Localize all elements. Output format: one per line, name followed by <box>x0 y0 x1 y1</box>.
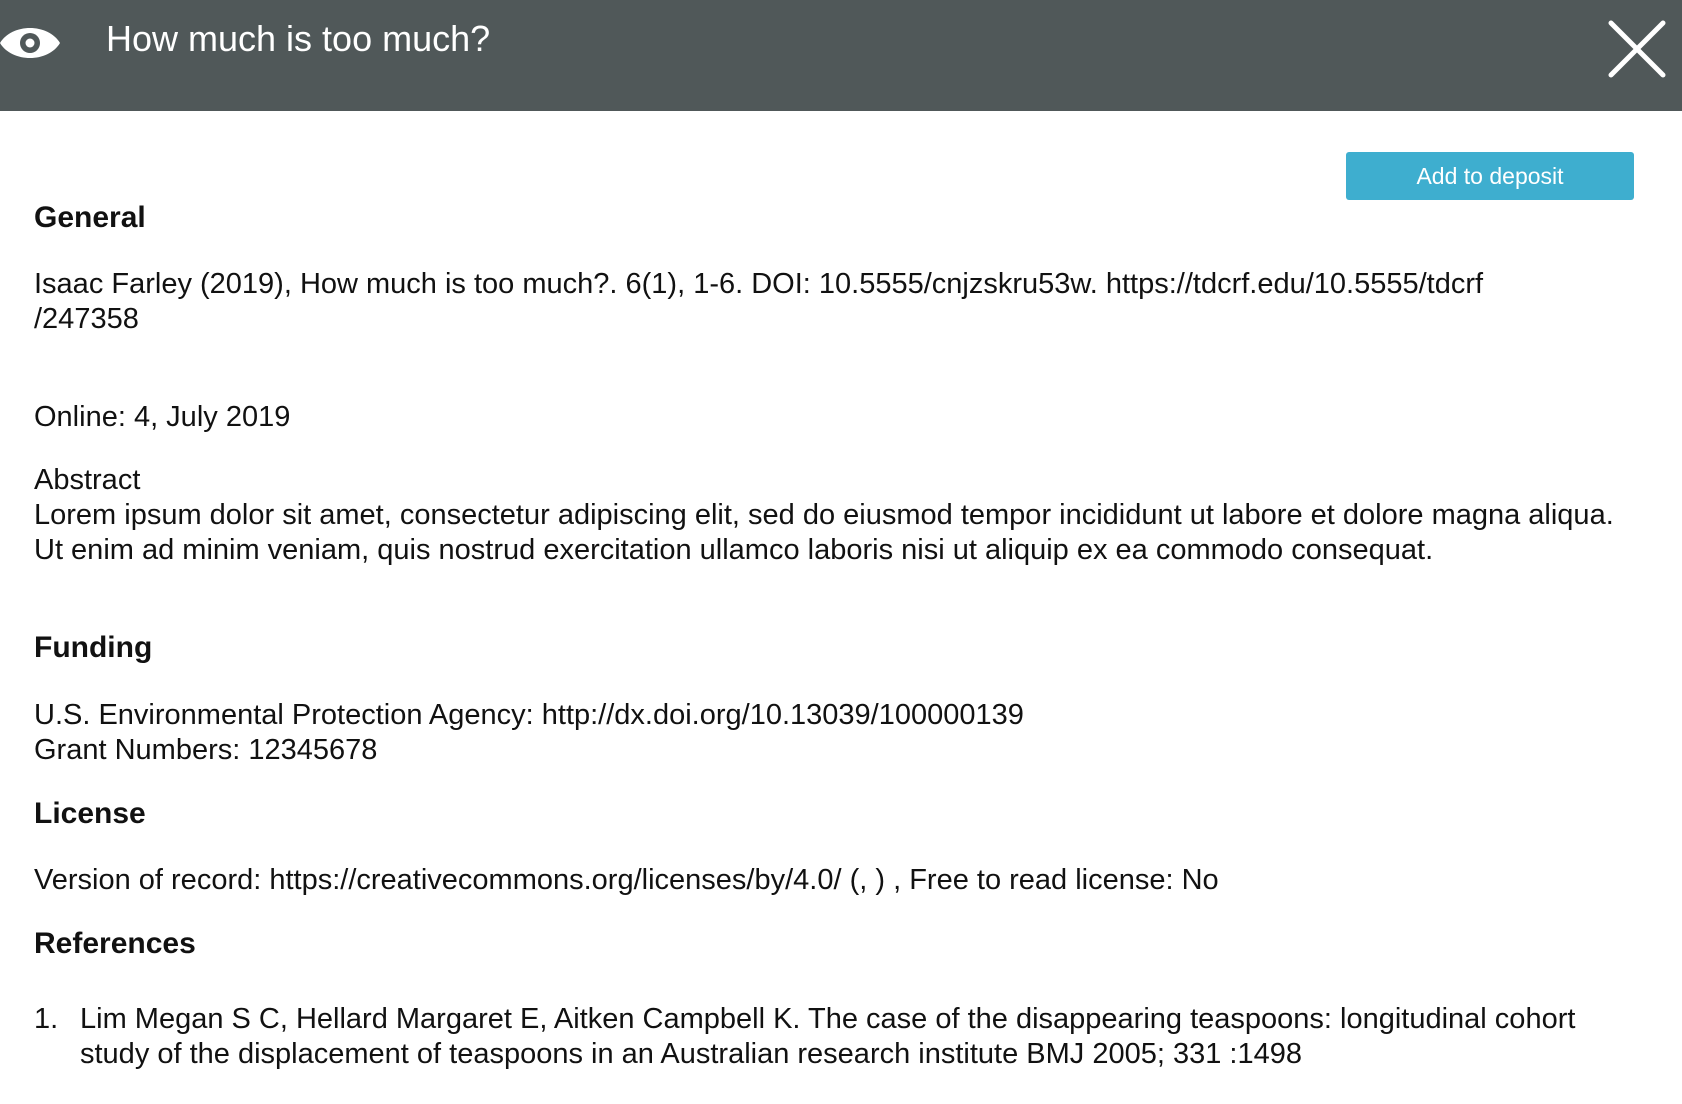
eye-icon <box>0 28 60 58</box>
references-list: 1. Lim Megan S C, Hellard Margaret E, Ai… <box>34 1002 1644 1072</box>
close-icon[interactable] <box>1606 18 1668 80</box>
list-item: 1. Lim Megan S C, Hellard Margaret E, Ai… <box>34 1002 1644 1072</box>
citation-line-2: /247358 <box>34 303 139 335</box>
grant-numbers: Grant Numbers: 12345678 <box>34 734 378 766</box>
funding-agency: U.S. Environmental Protection Agency: ht… <box>34 699 1024 731</box>
add-to-deposit-button[interactable]: Add to deposit <box>1346 152 1634 200</box>
license-heading: License <box>34 797 146 830</box>
abstract-label: Abstract <box>34 464 141 496</box>
general-heading: General <box>34 201 146 234</box>
references-heading: References <box>34 927 196 960</box>
citation-line-1: Isaac Farley (2019), How much is too muc… <box>34 268 1484 300</box>
abstract-text: Lorem ipsum dolor sit amet, consectetur … <box>34 499 1614 566</box>
funding-heading: Funding <box>34 631 153 664</box>
license-text: Version of record: https://creativecommo… <box>34 864 1219 896</box>
reference-number: 1. <box>34 1003 59 1035</box>
online-date: Online: 4, July 2019 <box>34 401 291 433</box>
modal-header: How much is too much? <box>0 0 1682 111</box>
modal-title: How much is too much? <box>106 18 491 59</box>
reference-text: Lim Megan S C, Hellard Margaret E, Aitke… <box>80 1003 1576 1070</box>
